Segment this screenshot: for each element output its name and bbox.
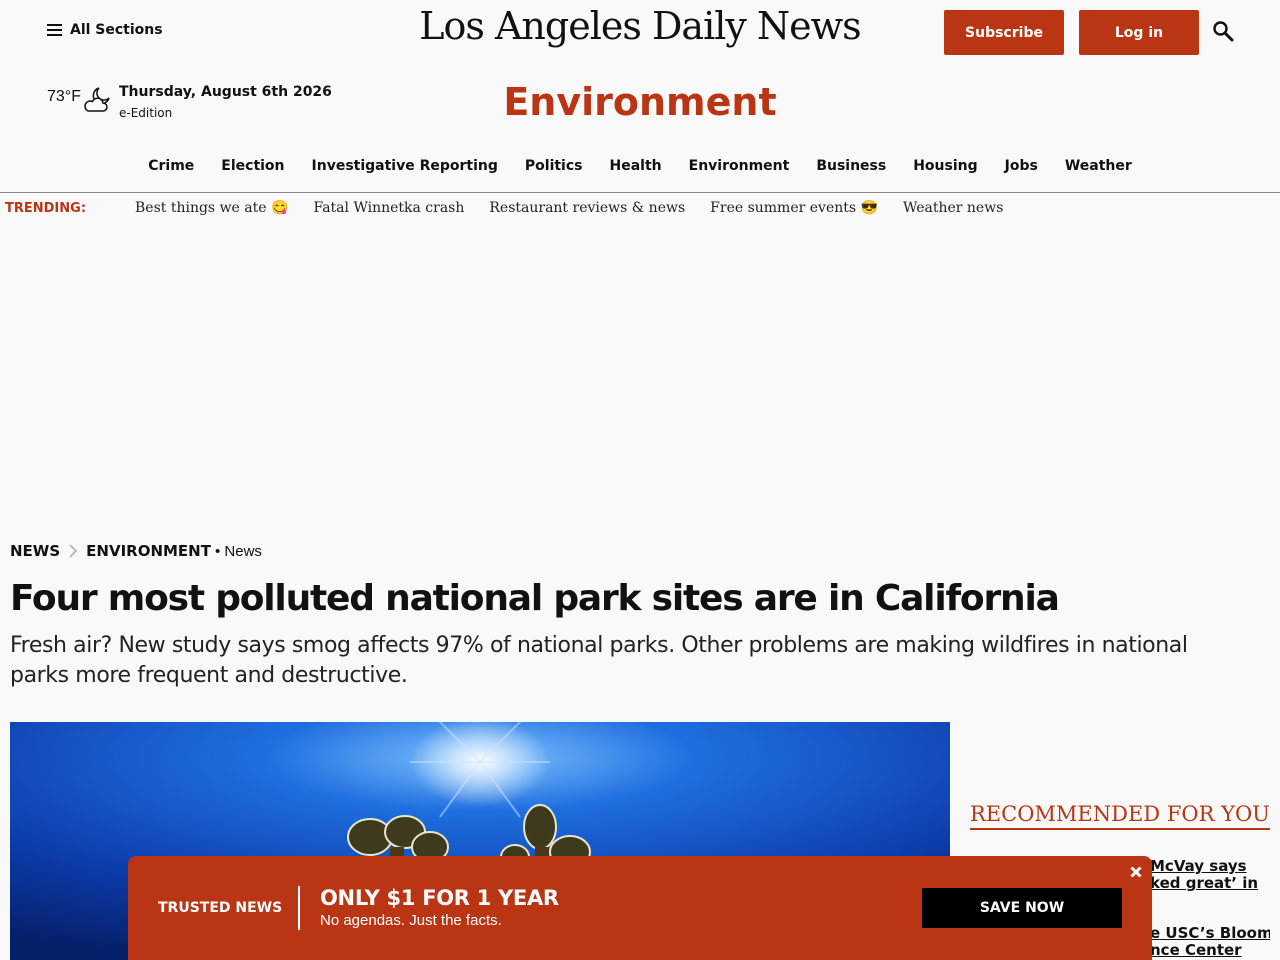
breadcrumb-news[interactable]: NEWS bbox=[10, 542, 60, 560]
subscription-promo-banner: TRUSTED NEWS ONLY $1 FOR 1 YEAR No agend… bbox=[128, 856, 1152, 960]
all-sections-label: All Sections bbox=[70, 22, 163, 38]
promo-note: No agendas. Just the facts. bbox=[320, 912, 502, 929]
trending-label: TRENDING: bbox=[5, 201, 87, 216]
subscribe-button[interactable]: Subscribe bbox=[944, 10, 1064, 55]
nav-item-election[interactable]: Election bbox=[221, 158, 284, 174]
nav-item-health[interactable]: Health bbox=[610, 158, 662, 174]
weather-widget[interactable]: 73°F bbox=[47, 84, 112, 114]
nav-divider bbox=[0, 192, 1280, 193]
trending-bar: TRENDING: Best things we ate 😋 Fatal Win… bbox=[0, 198, 1280, 222]
article-subhead: Fresh air? New study says smog affects 9… bbox=[10, 633, 1188, 688]
recommended-item-line: ked great’ in bbox=[1150, 874, 1259, 892]
nav-item-politics[interactable]: Politics bbox=[525, 158, 583, 174]
search-icon[interactable] bbox=[1212, 20, 1234, 42]
trending-item[interactable]: Best things we ate 😋 bbox=[135, 200, 288, 216]
close-icon[interactable] bbox=[1128, 864, 1144, 880]
current-date: Thursday, August 6th 2026 bbox=[119, 84, 332, 100]
login-button[interactable]: Log in bbox=[1079, 10, 1199, 55]
top-bar: All Sections Los Angeles Daily News Subs… bbox=[0, 0, 1280, 64]
trending-list: Best things we ate 😋 Fatal Winnetka cras… bbox=[135, 200, 1003, 216]
nav-item-jobs[interactable]: Jobs bbox=[1005, 158, 1038, 174]
recommended-heading: RECOMMENDED FOR YOU bbox=[970, 802, 1270, 830]
nav-item-crime[interactable]: Crime bbox=[148, 158, 194, 174]
save-now-button[interactable]: SAVE NOW bbox=[922, 888, 1122, 928]
recommended-item-line: McVay says bbox=[1150, 858, 1247, 875]
article-type-label: • News bbox=[214, 542, 262, 560]
trending-item[interactable]: Fatal Winnetka crash bbox=[313, 200, 464, 216]
trending-item[interactable]: Weather news bbox=[903, 200, 1003, 216]
nav-item-business[interactable]: Business bbox=[816, 158, 886, 174]
nav-item-environment[interactable]: Environment bbox=[689, 158, 790, 174]
partly-cloudy-night-icon bbox=[84, 87, 110, 112]
recommended-item-line: e USC’s Bloom bbox=[1150, 925, 1270, 942]
masthead-logo-text[interactable]: Los Angeles Daily News bbox=[419, 4, 861, 48]
breadcrumb: NEWS ENVIRONMENT • News bbox=[10, 542, 262, 560]
article-headline: Four most polluted national park sites a… bbox=[10, 578, 1060, 619]
main-nav: Crime Election Investigative Reporting P… bbox=[0, 158, 1280, 174]
recommended-item[interactable]: e USC’s Bloom nce Center bbox=[1150, 925, 1270, 959]
trending-item[interactable]: Restaurant reviews & news bbox=[489, 200, 685, 216]
promo-tag: TRUSTED NEWS bbox=[158, 900, 283, 916]
promo-divider bbox=[298, 886, 300, 930]
recommended-item-line: nce Center bbox=[1150, 941, 1242, 959]
chevron-right-icon bbox=[69, 544, 78, 558]
recommended-item[interactable]: McVay says ked great’ in bbox=[1150, 858, 1270, 892]
date-block: Thursday, August 6th 2026 e-Edition bbox=[119, 84, 332, 120]
promo-offer: ONLY $1 FOR 1 YEAR bbox=[320, 886, 559, 910]
hamburger-icon bbox=[47, 24, 62, 36]
trending-item[interactable]: Free summer events 😎 bbox=[710, 200, 878, 216]
breadcrumb-environment[interactable]: ENVIRONMENT bbox=[86, 542, 211, 560]
all-sections-menu-button[interactable]: All Sections bbox=[47, 22, 163, 38]
nav-item-weather[interactable]: Weather bbox=[1065, 158, 1132, 174]
nav-item-investigative-reporting[interactable]: Investigative Reporting bbox=[312, 158, 498, 174]
eedition-link[interactable]: e-Edition bbox=[119, 106, 332, 120]
temperature: 73°F bbox=[47, 88, 81, 105]
nav-item-housing[interactable]: Housing bbox=[913, 158, 977, 174]
